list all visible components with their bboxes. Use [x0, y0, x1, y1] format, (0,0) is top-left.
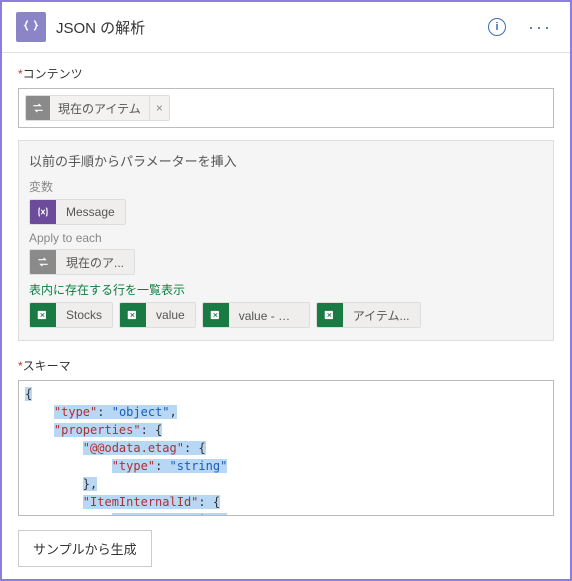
content-input[interactable]: 現在のアイテム × — [18, 88, 554, 128]
info-icon[interactable]: i — [488, 18, 506, 36]
schema-label-text: スキーマ — [23, 359, 71, 373]
dynamic-content-panel: 以前の手順からパラメーターを挿入 変数 Message Apply to eac… — [18, 140, 554, 341]
excel-icon — [30, 302, 56, 328]
action-body: *コンテンツ 現在のアイテム × 以前の手順からパラメーターを挿入 変数 Mes… — [2, 53, 570, 579]
loop-icon — [30, 249, 56, 275]
chip-label: value — [146, 308, 195, 322]
chip-item[interactable]: アイテム... — [316, 302, 421, 328]
section-variables-label: 変数 — [29, 178, 543, 195]
variable-icon — [30, 199, 56, 225]
loop-icon — [26, 96, 50, 120]
excel-icon — [120, 302, 146, 328]
content-label: *コンテンツ — [18, 65, 554, 82]
action-title: JSON の解析 — [56, 17, 478, 38]
chip-value-item[interactable]: value - 項... — [202, 302, 310, 328]
excel-icon — [203, 302, 229, 328]
chip-label: 現在のア... — [56, 254, 134, 271]
json-string: "object" — [112, 405, 170, 419]
section-table: 表内に存在する行を一覧表示 Stocks value value - 項... … — [29, 281, 543, 328]
chip-label: Stocks — [56, 308, 112, 322]
section-apply-label: Apply to each — [29, 231, 543, 245]
excel-icon — [317, 302, 343, 328]
schema-editor[interactable]: { "type": "object", "properties": { "@@o… — [18, 380, 554, 516]
chip-label: Message — [56, 205, 125, 219]
section-table-label: 表内に存在する行を一覧表示 — [29, 281, 543, 298]
token-current-item[interactable]: 現在のアイテム × — [25, 95, 170, 121]
token-remove[interactable]: × — [149, 96, 169, 120]
schema-label: *スキーマ — [18, 357, 554, 374]
json-key: "type" — [112, 513, 155, 516]
content-label-text: コンテンツ — [23, 67, 83, 81]
json-key: "properties" — [54, 423, 141, 437]
json-string: "string" — [170, 513, 228, 516]
chip-label: アイテム... — [343, 307, 420, 324]
json-key: "ItemInternalId" — [83, 495, 199, 509]
section-apply: Apply to each 現在のア... — [29, 231, 543, 275]
json-key: "type" — [54, 405, 97, 419]
chip-message[interactable]: Message — [29, 199, 126, 225]
section-variables: 変数 Message — [29, 178, 543, 225]
token-label: 現在のアイテム — [50, 100, 149, 117]
chip-label: value - 項... — [229, 307, 309, 324]
json-key: "@@odata.etag" — [83, 441, 184, 455]
chip-value[interactable]: value — [119, 302, 196, 328]
dynamic-title: 以前の手順からパラメーターを挿入 — [29, 151, 543, 170]
json-key: "type" — [112, 459, 155, 473]
chip-current-item[interactable]: 現在のア... — [29, 249, 135, 275]
more-icon[interactable]: ··· — [524, 17, 556, 38]
action-header: JSON の解析 i ··· — [2, 2, 570, 53]
json-string: "string" — [170, 459, 228, 473]
parse-json-icon — [16, 12, 46, 42]
chip-stocks[interactable]: Stocks — [29, 302, 113, 328]
generate-from-sample-button[interactable]: サンプルから生成 — [18, 530, 152, 567]
